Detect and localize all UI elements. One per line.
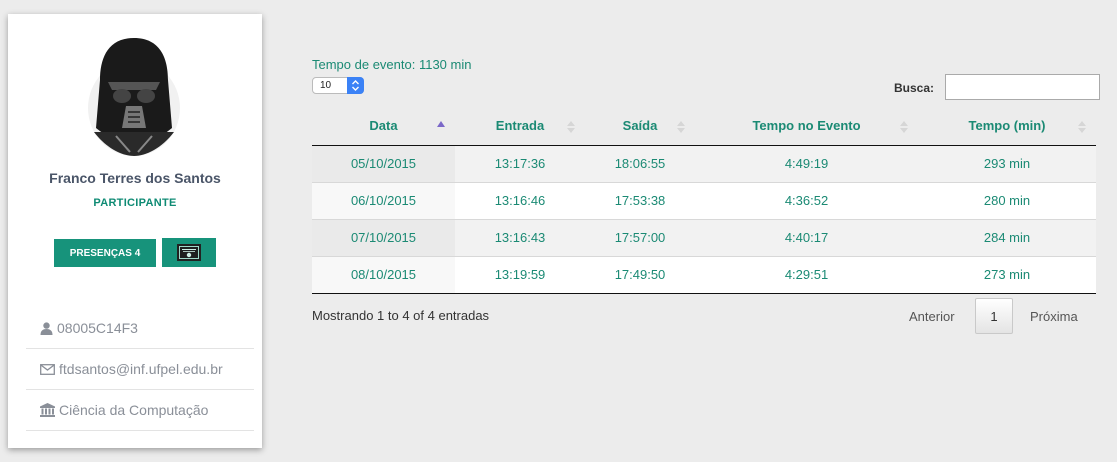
participant-id: 08005C14F3 [57,320,138,336]
cell-tempo-min: 280 min [918,181,1096,219]
table-info-text: Mostrando 1 to 4 of 4 entradas [312,308,490,323]
cell-entrada: 13:16:43 [455,218,585,256]
sort-both-icon [567,121,575,133]
event-time-label: Tempo de evento: 1130 min [312,57,472,72]
table-header-row: Data Entrada Saída Tempo no Evento Tempo… [312,107,1096,146]
participant-name: Franco Terres dos Santos [49,170,221,186]
cell-tempo-no-evento: 4:40:17 [695,218,918,256]
cell-entrada: 13:16:46 [455,181,585,219]
cell-saida: 17:49:50 [585,255,695,294]
list-item: 08005C14F3 [26,308,254,349]
page-length-value: 10 [320,80,332,91]
sort-both-icon [900,121,908,133]
participant-info-list: 08005C14F3 ftdsantos@inf.ufpel.edu.br Ci… [26,308,272,431]
table-row: 08/10/2015 13:19:59 17:49:50 4:29:51 273… [312,255,1096,294]
pagination-next[interactable]: Próxima [1030,309,1078,324]
institution-icon [40,403,55,417]
column-header-saida[interactable]: Saída [585,107,695,146]
cell-tempo-no-evento: 4:36:52 [695,181,918,219]
sort-ascending-icon [437,121,445,127]
envelope-icon [40,363,55,375]
sort-both-icon [677,121,685,133]
select-arrows-icon [347,77,364,94]
user-icon [40,321,53,335]
table-row: 06/10/2015 13:16:46 17:53:38 4:36:52 280… [312,181,1096,219]
cell-saida: 17:53:38 [585,181,695,219]
cell-tempo-min: 293 min [918,145,1096,182]
participant-role: PARTICIPANTE [93,197,177,209]
profile-card: Franco Terres dos Santos PARTICIPANTE PR… [8,14,262,448]
cell-data: 07/10/2015 [312,218,455,256]
column-header-tempo-min[interactable]: Tempo (min) [918,107,1096,146]
search-label: Busca: [894,81,935,95]
certificate-button[interactable] [162,238,216,267]
cell-tempo-min: 273 min [918,255,1096,294]
search-input[interactable] [945,74,1100,100]
table-row: 07/10/2015 13:16:43 17:57:00 4:40:17 284… [312,218,1096,256]
participant-course: Ciência da Computação [59,402,209,418]
cell-tempo-min: 284 min [918,218,1096,256]
certificate-icon [177,244,201,261]
table-row: 05/10/2015 13:17:36 18:06:55 4:49:19 293… [312,145,1096,182]
darth-vader-avatar [88,38,180,156]
pagination-page-1[interactable]: 1 [975,298,1013,334]
presencas-button[interactable]: PRESENÇAS 4 [54,239,156,267]
sort-both-icon [1078,121,1086,133]
cell-saida: 17:57:00 [585,218,695,256]
participant-email: ftdsantos@inf.ufpel.edu.br [59,361,223,377]
list-item: ftdsantos@inf.ufpel.edu.br [26,349,254,390]
cell-data: 08/10/2015 [312,255,455,294]
column-header-data[interactable]: Data [312,107,455,146]
cell-data: 06/10/2015 [312,181,455,219]
cell-data: 05/10/2015 [312,145,455,182]
attendance-table: Data Entrada Saída Tempo no Evento Tempo… [312,107,1096,294]
list-item: Ciência da Computação [26,390,254,431]
page-length-select[interactable]: 10 [312,77,364,94]
cell-tempo-no-evento: 4:29:51 [695,255,918,294]
cell-tempo-no-evento: 4:49:19 [695,145,918,182]
column-header-tempo-no-evento[interactable]: Tempo no Evento [695,107,918,146]
pagination-previous[interactable]: Anterior [909,309,955,324]
cell-entrada: 13:17:36 [455,145,585,182]
cell-entrada: 13:19:59 [455,255,585,294]
cell-saida: 18:06:55 [585,145,695,182]
column-header-entrada[interactable]: Entrada [455,107,585,146]
